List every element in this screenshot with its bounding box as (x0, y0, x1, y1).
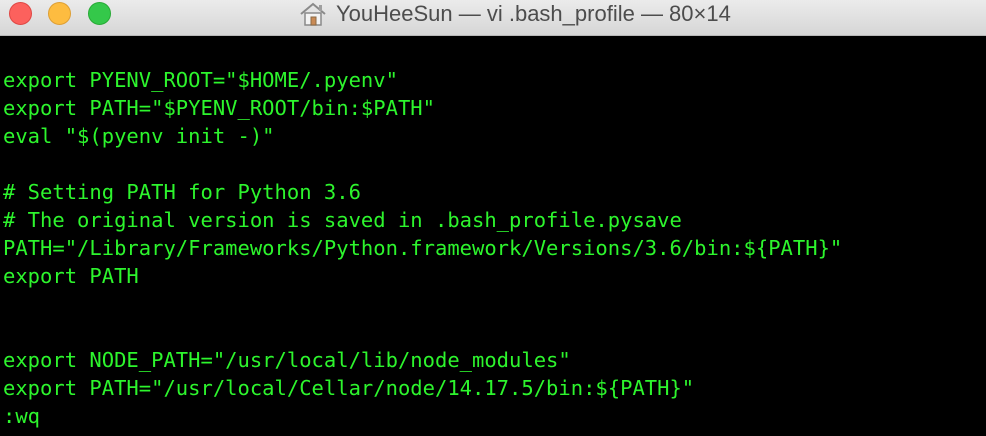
code-line: PATH="/Library/Frameworks/Python.framewo… (3, 236, 843, 260)
code-line: export PATH="$PYENV_ROOT/bin:$PATH" (3, 96, 435, 120)
window-title: YouHeeSun — vi .bash_profile — 80×14 (336, 1, 731, 26)
house-icon (300, 2, 326, 26)
minimize-button[interactable] (48, 2, 71, 25)
terminal-window: YouHeeSun — vi .bash_profile — 80×14 exp… (0, 0, 986, 436)
code-line: eval "$(pyenv init -)" (3, 124, 275, 148)
code-line: # Setting PATH for Python 3.6 (3, 180, 361, 204)
code-line: export PATH="/usr/local/Cellar/node/14.1… (3, 376, 695, 400)
maximize-button[interactable] (88, 2, 111, 25)
code-line: # The original version is saved in .bash… (3, 208, 682, 232)
code-line: export PYENV_ROOT="$HOME/.pyenv" (3, 68, 398, 92)
terminal-content[interactable]: export PYENV_ROOT="$HOME/.pyenv" export … (0, 36, 986, 436)
code-line: export PATH (3, 264, 139, 288)
code-line: export NODE_PATH="/usr/local/lib/node_mo… (3, 348, 571, 372)
close-button[interactable] (9, 2, 32, 25)
title-bar[interactable]: YouHeeSun — vi .bash_profile — 80×14 (0, 0, 986, 36)
vi-buffer[interactable]: export PYENV_ROOT="$HOME/.pyenv" export … (3, 66, 842, 430)
window-title-group: YouHeeSun — vi .bash_profile — 80×14 (298, 1, 731, 27)
vi-command-line[interactable]: :wq (3, 402, 842, 430)
